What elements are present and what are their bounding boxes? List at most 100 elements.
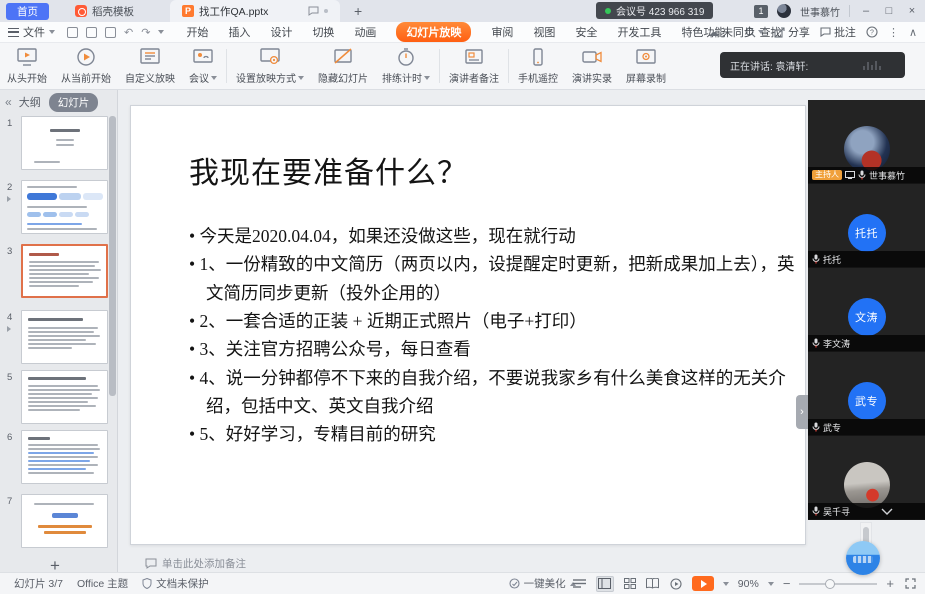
panel-scrollbar[interactable] xyxy=(109,116,116,416)
menu-items: 开始 插入 设计 切换 动画 幻灯片放映 审阅 视图 安全 开发工具 特色功能 xyxy=(186,22,725,42)
mic-icon xyxy=(812,506,820,516)
slideshow-view-button[interactable] xyxy=(669,578,683,590)
docer-template-tab[interactable]: 稻壳模板 xyxy=(65,0,144,22)
tab-slides[interactable]: 幻灯片 xyxy=(49,93,99,112)
user-avatar[interactable] xyxy=(777,4,791,18)
notes-toggle-icon[interactable] xyxy=(573,578,587,590)
normal-view-button[interactable] xyxy=(596,576,614,592)
phone-remote-button[interactable]: 手机遥控 xyxy=(511,44,565,88)
rehearse-timing-button[interactable]: 排练计时 xyxy=(375,44,437,88)
slide-thumbnail-6[interactable] xyxy=(21,430,108,484)
screen-record-button[interactable]: 屏幕录制 xyxy=(619,44,673,88)
collapse-ribbon-icon[interactable]: ∧ xyxy=(909,26,917,39)
participant-avatar-initials: 武专 xyxy=(848,382,886,420)
slide-counter[interactable]: 幻灯片 3/7 xyxy=(14,576,63,591)
speaking-toast: 正在讲话: 袁清轩: xyxy=(720,52,905,78)
circle-play-icon xyxy=(75,47,97,67)
slide-thumbnail-7[interactable] xyxy=(21,494,108,548)
menu-item-devtools[interactable]: 开发工具 xyxy=(617,24,661,40)
lecture-record-button[interactable]: 演讲实录 xyxy=(565,44,619,88)
expand-panel-button[interactable]: › xyxy=(796,395,808,429)
play-from-current-button[interactable]: 从当前开始 xyxy=(54,44,118,88)
more-options-icon[interactable]: ⋮ xyxy=(888,26,899,39)
menu-item-review[interactable]: 审阅 xyxy=(491,24,513,40)
reading-view-button[interactable] xyxy=(646,578,660,590)
slide-thumbnail-5[interactable] xyxy=(21,370,108,424)
zoom-level[interactable]: 90% xyxy=(738,578,759,590)
slide-thumbnail-4[interactable] xyxy=(21,310,108,364)
window-count-badge[interactable]: 1 xyxy=(754,5,768,18)
print-icon[interactable] xyxy=(86,27,97,38)
hide-slide-button[interactable]: 隐藏幻灯片 xyxy=(311,44,375,88)
slide-number: 1 xyxy=(7,118,12,129)
username-label[interactable]: 世事慕竹 xyxy=(800,4,840,19)
comment-label: 批注 xyxy=(834,24,856,40)
menu-item-slideshow-active[interactable]: 幻灯片放映 xyxy=(396,22,471,42)
play-slideshow-button[interactable] xyxy=(692,576,714,591)
menu-item-design[interactable]: 设计 xyxy=(270,24,292,40)
share-button[interactable]: 分享 xyxy=(774,24,810,40)
theme-indicator[interactable]: Office 主题 xyxy=(77,576,128,591)
slide-thumbnail-1[interactable] xyxy=(21,116,108,170)
play-options-chevron-icon[interactable] xyxy=(723,582,729,586)
meeting-button[interactable]: 会议 xyxy=(182,44,224,88)
fullscreen-icon[interactable] xyxy=(903,578,917,590)
document-tab[interactable]: P 找工作QA.pptx xyxy=(170,0,340,22)
host-badge: 主持人 xyxy=(812,170,842,180)
slide-title[interactable]: 我现在要准备什么？ xyxy=(189,148,805,192)
more-chevron-icon[interactable] xyxy=(158,30,164,34)
meeting-floating-bubble[interactable] xyxy=(846,541,880,575)
custom-slideshow-button[interactable]: 自定义放映 xyxy=(118,44,182,88)
collapse-strip-chevron-icon[interactable] xyxy=(881,508,893,515)
maximize-button[interactable]: □ xyxy=(882,5,896,17)
slide-number: 7 xyxy=(7,496,12,507)
slide-bullet-list[interactable]: 今天是2020.04.04，如果还没做这些，现在就行动 1、一份精致的中文简历（… xyxy=(189,222,797,449)
sync-status-button[interactable]: ☁ 未同步 xyxy=(708,24,764,40)
protection-status[interactable]: 文档未保护 xyxy=(142,576,209,591)
zoom-chevron-icon[interactable] xyxy=(768,582,774,586)
comment-bubble-icon[interactable] xyxy=(308,6,319,16)
meeting-id-badge[interactable]: 会议号 423 966 319 xyxy=(596,2,713,19)
tab-outline[interactable]: 大纲 xyxy=(19,94,41,110)
slide-sorter-view-button[interactable] xyxy=(623,578,637,590)
slide-canvas[interactable]: 我现在要准备什么？ 今天是2020.04.04，如果还没做这些，现在就行动 1、… xyxy=(130,105,806,545)
zoom-out-button[interactable]: − xyxy=(783,576,791,591)
save-icon[interactable] xyxy=(67,27,78,38)
participant-tile[interactable]: 托托 托托 xyxy=(808,184,925,268)
participant-tile[interactable]: 吴千寻 xyxy=(808,436,925,520)
zoom-slider[interactable] xyxy=(799,583,877,585)
new-tab-button[interactable]: + xyxy=(354,3,362,19)
slide-thumbnail-3-selected[interactable] xyxy=(21,244,108,298)
shield-icon xyxy=(142,578,152,589)
close-button[interactable]: × xyxy=(905,5,919,17)
monitor-list-icon xyxy=(139,47,161,67)
beautify-button[interactable]: 一键美化 xyxy=(509,576,576,591)
minimize-button[interactable]: – xyxy=(859,5,873,17)
menu-item-start[interactable]: 开始 xyxy=(186,24,208,40)
menu-item-security[interactable]: 安全 xyxy=(575,24,597,40)
zoom-in-button[interactable]: + xyxy=(886,576,894,591)
home-tab[interactable]: 首页 xyxy=(6,3,49,20)
presenter-notes-button[interactable]: 演讲者备注 xyxy=(442,44,506,88)
undo-icon[interactable]: ↶ xyxy=(124,26,133,39)
menu-item-view[interactable]: 视图 xyxy=(533,24,555,40)
preview-icon[interactable] xyxy=(105,27,116,38)
file-menu[interactable]: 文件 xyxy=(8,24,55,40)
participant-tile-host[interactable]: 主持人 世事慕竹 xyxy=(808,100,925,184)
participant-tile[interactable]: 武专 武专 xyxy=(808,352,925,436)
menu-item-transition[interactable]: 切换 xyxy=(312,24,334,40)
menu-item-animation[interactable]: 动画 xyxy=(354,24,376,40)
play-from-start-button[interactable]: 从头开始 xyxy=(0,44,54,88)
help-icon[interactable]: ? xyxy=(866,26,878,38)
collapse-panel-button[interactable]: « xyxy=(5,95,12,109)
slideshow-ribbon: 从头开始 从当前开始 自定义放映 会议 设置放映方式 隐藏幻灯片 排练计时 演讲… xyxy=(0,43,925,90)
chevron-down-icon xyxy=(424,76,430,80)
zoom-slider-knob[interactable] xyxy=(825,579,835,589)
menu-item-insert[interactable]: 插入 xyxy=(228,24,250,40)
redo-icon[interactable]: ↷ xyxy=(141,26,150,39)
notes-placeholder[interactable]: 单击此处添加备注 xyxy=(145,556,246,571)
slide-thumbnail-2[interactable] xyxy=(21,180,108,234)
comment-button[interactable]: 批注 xyxy=(820,24,856,40)
participant-tile[interactable]: 文涛 李文涛 xyxy=(808,268,925,352)
setup-show-button[interactable]: 设置放映方式 xyxy=(229,44,311,88)
